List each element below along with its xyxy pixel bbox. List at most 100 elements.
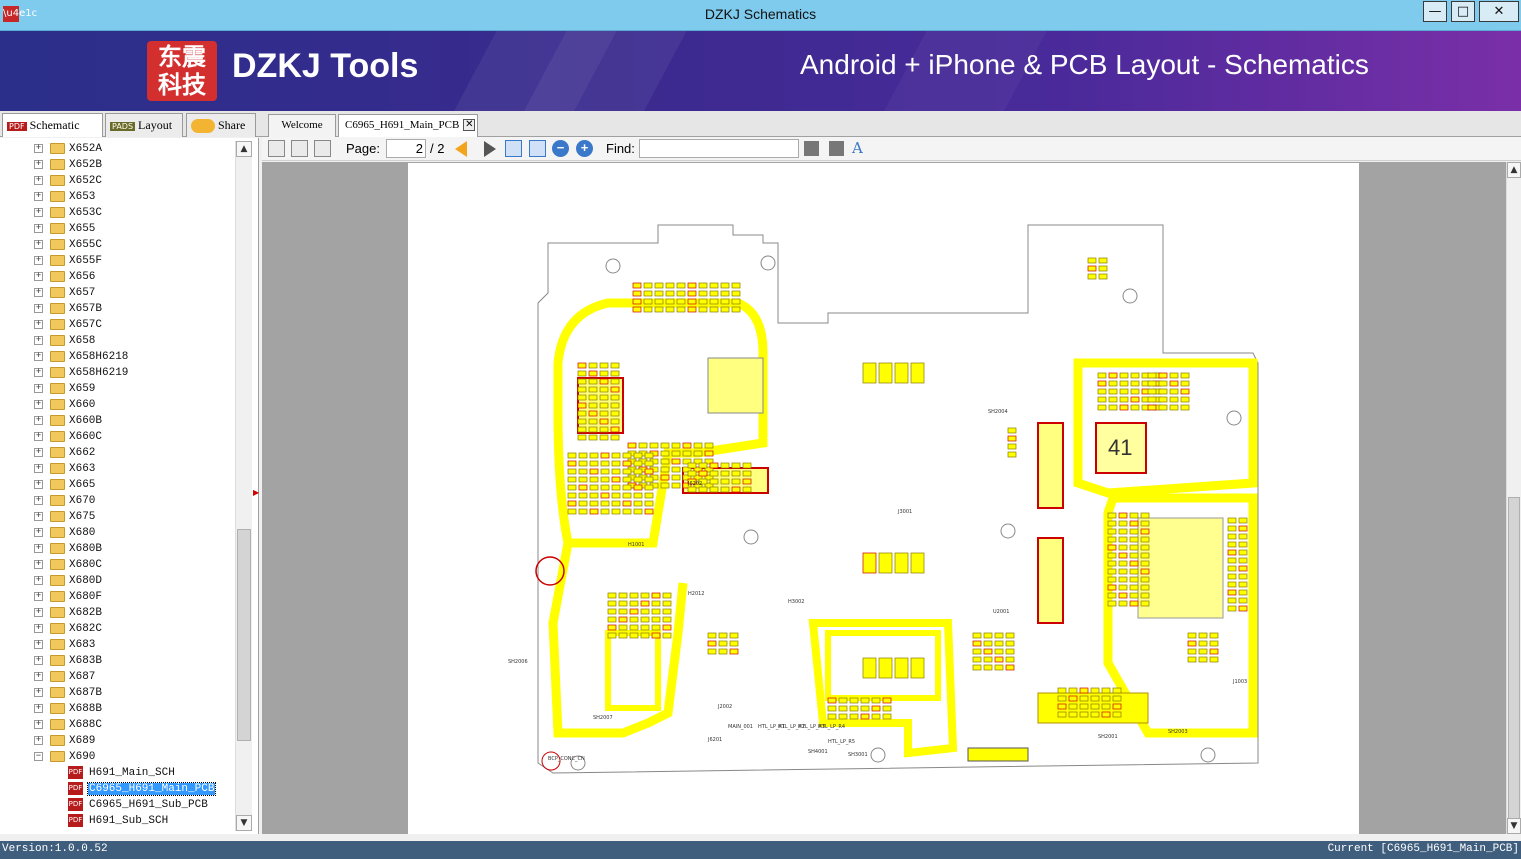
expand-icon[interactable]: + bbox=[34, 544, 43, 553]
expand-icon[interactable]: + bbox=[34, 336, 43, 345]
expand-icon[interactable]: + bbox=[34, 656, 43, 665]
tree-folder-x659[interactable]: + X659 bbox=[0, 381, 234, 397]
find-options-icon[interactable]: A bbox=[852, 139, 863, 157]
tree-folder-x660b[interactable]: + X660B bbox=[0, 413, 234, 429]
expand-icon[interactable]: + bbox=[34, 480, 43, 489]
expand-icon[interactable]: + bbox=[34, 432, 43, 441]
tree-folder-x680c[interactable]: + X680C bbox=[0, 557, 234, 573]
collapse-icon[interactable]: − bbox=[34, 752, 43, 761]
tree-file-item[interactable]: PDF C6965_H691_Sub_PCB bbox=[0, 797, 234, 813]
tree-file-item[interactable]: PDF C6965_H691_Main_PCB bbox=[0, 781, 234, 797]
tree-folder-x655f[interactable]: + X655F bbox=[0, 253, 234, 269]
expand-icon[interactable]: + bbox=[34, 672, 43, 681]
expand-icon[interactable]: + bbox=[34, 352, 43, 361]
expand-icon[interactable]: + bbox=[34, 608, 43, 617]
tree-folder-x680f[interactable]: + X680F bbox=[0, 589, 234, 605]
viewer-scrollbar[interactable]: ▲ ▼ bbox=[1506, 162, 1521, 834]
zoom-in-icon[interactable]: + bbox=[576, 140, 593, 157]
panel-splitter-icon[interactable]: ▶ bbox=[253, 488, 259, 498]
find-previous-icon[interactable] bbox=[804, 141, 819, 156]
expand-icon[interactable]: + bbox=[34, 256, 43, 265]
tree-folder-x665[interactable]: + X665 bbox=[0, 477, 234, 493]
tree-folder-x657[interactable]: + X657 bbox=[0, 285, 234, 301]
tree-file-item[interactable]: PDF H691_Main_SCH bbox=[0, 765, 234, 781]
expand-icon[interactable]: + bbox=[34, 240, 43, 249]
tab-layout[interactable]: PADS Layout bbox=[105, 113, 183, 137]
expand-icon[interactable]: + bbox=[34, 464, 43, 473]
zoom-out-icon[interactable]: − bbox=[552, 140, 569, 157]
expand-icon[interactable]: + bbox=[34, 368, 43, 377]
expand-icon[interactable]: + bbox=[34, 176, 43, 185]
tree-folder-x657b[interactable]: + X657B bbox=[0, 301, 234, 317]
tree-folder-x656[interactable]: + X656 bbox=[0, 269, 234, 285]
tree-folder-x670[interactable]: + X670 bbox=[0, 493, 234, 509]
scroll-up-icon[interactable]: ▲ bbox=[236, 141, 252, 157]
expand-icon[interactable]: + bbox=[34, 160, 43, 169]
expand-icon[interactable]: + bbox=[34, 288, 43, 297]
expand-icon[interactable]: + bbox=[34, 592, 43, 601]
tree-folder-x655c[interactable]: + X655C bbox=[0, 237, 234, 253]
close-window-button[interactable]: ✕ bbox=[1479, 1, 1519, 22]
page-number-input[interactable] bbox=[386, 139, 426, 158]
expand-icon[interactable]: + bbox=[34, 688, 43, 697]
tree-folder-x658h6219[interactable]: + X658H6219 bbox=[0, 365, 234, 381]
tree-folder-x658h6218[interactable]: + X658H6218 bbox=[0, 349, 234, 365]
tree-folder-x662[interactable]: + X662 bbox=[0, 445, 234, 461]
find-next-icon[interactable] bbox=[829, 141, 844, 156]
expand-icon[interactable]: + bbox=[34, 640, 43, 649]
open-page-icon[interactable] bbox=[268, 140, 285, 157]
tree-folder-x688c[interactable]: + X688C bbox=[0, 717, 234, 733]
viewer-scroll-thumb[interactable] bbox=[1508, 497, 1520, 822]
expand-icon[interactable]: + bbox=[34, 224, 43, 233]
expand-icon[interactable]: + bbox=[34, 512, 43, 521]
expand-icon[interactable]: + bbox=[34, 320, 43, 329]
expand-icon[interactable]: + bbox=[34, 192, 43, 201]
tree-folder-x660[interactable]: + X660 bbox=[0, 397, 234, 413]
tree-folder-x687b[interactable]: + X687B bbox=[0, 685, 234, 701]
fit-page-icon[interactable] bbox=[529, 140, 546, 157]
tab-schematic[interactable]: PDF Schematic bbox=[2, 113, 103, 137]
tree-folder-x655[interactable]: + X655 bbox=[0, 221, 234, 237]
expand-icon[interactable]: + bbox=[34, 272, 43, 281]
tree-folder-x658[interactable]: + X658 bbox=[0, 333, 234, 349]
tree-folder-x680b[interactable]: + X680B bbox=[0, 541, 234, 557]
expand-icon[interactable]: + bbox=[34, 448, 43, 457]
tree-scroll-thumb[interactable] bbox=[237, 529, 251, 741]
expand-icon[interactable]: + bbox=[34, 208, 43, 217]
tree-folder-x653[interactable]: + X653 bbox=[0, 189, 234, 205]
minimize-button[interactable]: — bbox=[1423, 1, 1447, 22]
expand-icon[interactable]: + bbox=[34, 144, 43, 153]
expand-icon[interactable]: + bbox=[34, 416, 43, 425]
expand-icon[interactable]: + bbox=[34, 496, 43, 505]
print-page-icon[interactable] bbox=[314, 140, 331, 157]
expand-icon[interactable]: + bbox=[34, 576, 43, 585]
expand-icon[interactable]: + bbox=[34, 704, 43, 713]
tree-folder-x652b[interactable]: + X652B bbox=[0, 157, 234, 173]
viewer-scroll-down-icon[interactable]: ▼ bbox=[1507, 818, 1521, 834]
tree-folder-x652c[interactable]: + X652C bbox=[0, 173, 234, 189]
tree-folder-x653c[interactable]: + X653C bbox=[0, 205, 234, 221]
tree-folder-x680[interactable]: + X680 bbox=[0, 525, 234, 541]
next-page-icon[interactable] bbox=[484, 141, 496, 157]
tab-share[interactable]: Share bbox=[186, 113, 256, 137]
expand-icon[interactable]: + bbox=[34, 528, 43, 537]
close-tab-icon[interactable]: ✕ bbox=[463, 119, 476, 132]
expand-icon[interactable]: + bbox=[34, 560, 43, 569]
tree-folder-x682b[interactable]: + X682B bbox=[0, 605, 234, 621]
viewer-scroll-up-icon[interactable]: ▲ bbox=[1507, 162, 1521, 178]
maximize-button[interactable]: □ bbox=[1451, 1, 1475, 22]
document-viewer[interactable]: 41 J6202 J3001 U2001 H3002 H2012 H1001 SH2001 S… bbox=[262, 162, 1506, 834]
tree-folder-x688b[interactable]: + X688B bbox=[0, 701, 234, 717]
expand-icon[interactable]: + bbox=[34, 384, 43, 393]
tree-folder-x657c[interactable]: + X657C bbox=[0, 317, 234, 333]
tree-folder-x689[interactable]: + X689 bbox=[0, 733, 234, 749]
tree-folder-x683[interactable]: + X683 bbox=[0, 637, 234, 653]
tree-folder-x660c[interactable]: + X660C bbox=[0, 429, 234, 445]
find-input[interactable] bbox=[639, 139, 799, 158]
copy-page-icon[interactable] bbox=[291, 140, 308, 157]
fit-width-icon[interactable] bbox=[505, 140, 522, 157]
expand-icon[interactable]: + bbox=[34, 624, 43, 633]
tree-file-item[interactable]: PDF H691_Sub_SCH bbox=[0, 813, 234, 829]
tree-folder-x683b[interactable]: + X683B bbox=[0, 653, 234, 669]
expand-icon[interactable]: + bbox=[34, 400, 43, 409]
